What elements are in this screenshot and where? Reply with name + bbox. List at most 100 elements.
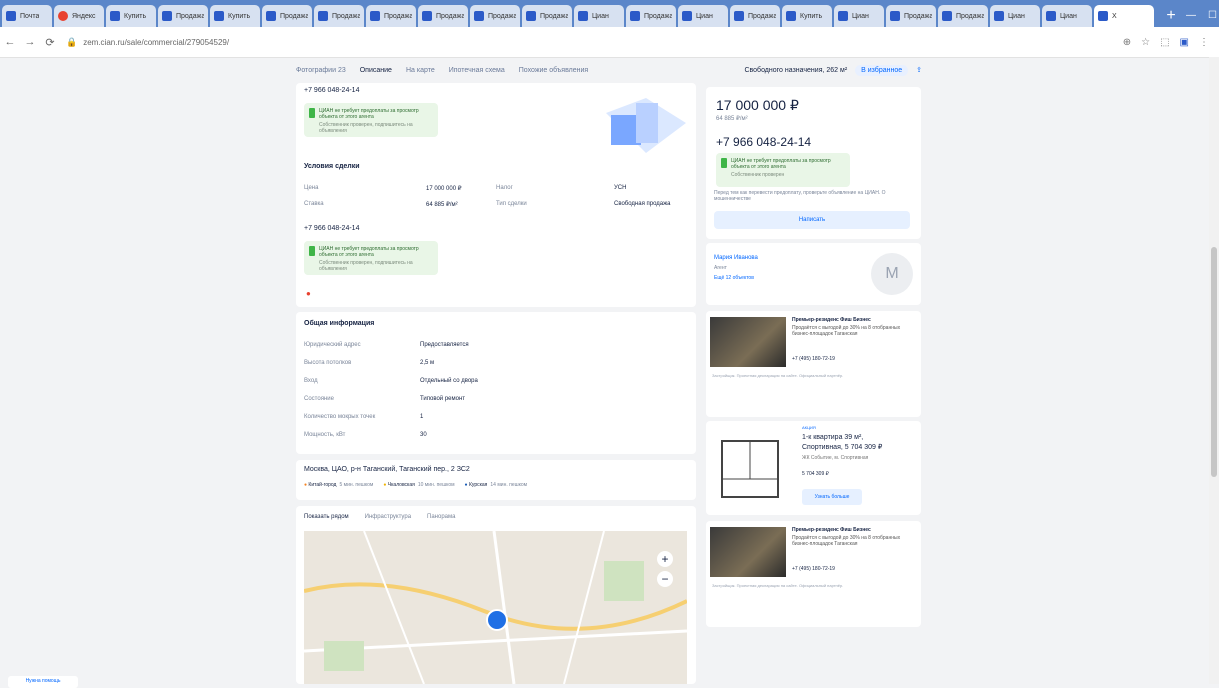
browser-tab[interactable]: Циан <box>834 5 884 27</box>
browser-tab[interactable]: Циан <box>574 5 624 27</box>
ad-price: 5 704 309 ₽ <box>802 471 829 477</box>
ad-card-3[interactable]: Премьер-резиденс Фиш Бизнес Продаётся с … <box>706 521 921 627</box>
write-button[interactable]: Написать <box>714 211 910 229</box>
zoom-out-button[interactable]: − <box>657 571 673 587</box>
back-icon[interactable]: ← <box>0 36 20 48</box>
ad-card-1[interactable]: Премьер-резиденс Фиш Бизнес Продаётся с … <box>706 311 921 417</box>
anchor-photos[interactable]: Фотографии 23 <box>296 67 346 74</box>
tab-label: Продажа <box>280 12 308 20</box>
ad-photo[interactable] <box>710 527 786 577</box>
browser-tab[interactable]: Продажа <box>886 5 936 27</box>
browser-tab[interactable]: Х <box>1094 5 1154 27</box>
ad-card-2[interactable]: АКЦИЯ 1-к квартира 39 м², Спортивная, 5 … <box>706 421 921 515</box>
map-tab-nearby[interactable]: Показать рядом <box>304 514 349 520</box>
scrollbar-thumb[interactable] <box>1211 247 1217 477</box>
location-pin-icon[interactable] <box>486 609 508 631</box>
zoom-icon[interactable]: ⊕ <box>1123 37 1131 48</box>
agent-more-link[interactable]: Ещё 12 объектов <box>714 275 754 281</box>
address-bar: ← → ⟳ 🔒 zem.cian.ru/sale/commercial/2790… <box>0 27 1219 58</box>
url-field[interactable]: zem.cian.ru/sale/commercial/279054529/ <box>83 38 229 47</box>
anchor-nav: Фотографии 23 Описание На карте Ипотечна… <box>296 60 922 80</box>
heart-icon[interactable]: ● <box>306 289 311 298</box>
phone-top[interactable]: +7 966 048-24-14 <box>304 87 359 94</box>
minimize-icon[interactable]: — <box>1186 10 1196 21</box>
browser-tab[interactable]: Продажа <box>938 5 988 27</box>
metro-station[interactable]: ● Курская 14 мин. пешком <box>465 482 528 488</box>
new-tab-button[interactable]: + <box>1160 7 1182 25</box>
help-button[interactable]: Нужна помощь <box>8 676 78 688</box>
favorite-button[interactable]: В избранное <box>855 64 909 76</box>
browser-tab[interactable]: Продажа <box>730 5 780 27</box>
anchor-map[interactable]: На карте <box>406 67 435 74</box>
reload-icon[interactable]: ⟳ <box>40 36 60 49</box>
browser-tab[interactable]: Купить <box>210 5 260 27</box>
ad-title[interactable]: Премьер-резиденс Фиш Бизнес <box>792 317 912 323</box>
ad-phone[interactable]: +7 (495) 180-72-19 <box>792 356 835 362</box>
tab-favicon-icon <box>734 11 744 21</box>
browser-tab[interactable]: Циан <box>1042 5 1092 27</box>
tab-favicon-icon <box>578 11 588 21</box>
profile-icon[interactable]: ▣ <box>1180 37 1189 48</box>
agent-name[interactable]: Мария Иванова <box>714 255 758 261</box>
deal-tax-label: Налог <box>496 185 513 191</box>
tab-label: Продажа <box>956 12 984 20</box>
ad-title-2[interactable]: Спортивная, 5 704 309 ₽ <box>802 443 882 451</box>
tab-favicon-icon <box>58 11 68 21</box>
ad-title[interactable]: Премьер-резиденс Фиш Бизнес <box>792 527 912 533</box>
info-card: Общая информация Юридический адрес Предос… <box>296 312 696 454</box>
browser-tab[interactable]: Циан <box>678 5 728 27</box>
browser-tab[interactable]: Циан <box>990 5 1040 27</box>
tab-label: Циан <box>696 12 713 20</box>
map[interactable]: + − <box>304 531 687 684</box>
browser-tab[interactable]: Продажа <box>626 5 676 27</box>
info-label: Состояние <box>304 396 334 402</box>
scrollbar[interactable] <box>1209 57 1219 684</box>
metro-name: Чкаловская <box>387 482 415 488</box>
tab-label: Х <box>1112 12 1117 20</box>
ad-phone[interactable]: +7 (495) 180-72-19 <box>792 566 835 572</box>
metro-station[interactable]: ● Чкаловская 10 мин. пешком <box>383 482 454 488</box>
browser-tab[interactable]: Продажа <box>366 5 416 27</box>
anchor-mortgage[interactable]: Ипотечная схема <box>449 67 505 74</box>
browser-tab[interactable]: Яндекс <box>54 5 104 27</box>
browser-tab[interactable]: Продажа <box>522 5 572 27</box>
info-label: Высота потолков <box>304 360 352 366</box>
browser-tab[interactable]: Продажа <box>158 5 208 27</box>
safety-banner-right: ЦИАН не требует предоплаты за просмотр о… <box>716 153 850 187</box>
tab-favicon-icon <box>838 11 848 21</box>
learn-more-button[interactable]: Узнать больше <box>802 489 862 505</box>
map-tab-infrastructure[interactable]: Инфраструктура <box>365 514 411 520</box>
info-label: Количество мокрых точек <box>304 414 376 420</box>
bookmark-star-icon[interactable]: ☆ <box>1141 37 1150 48</box>
map-tab-panorama[interactable]: Панорама <box>427 514 455 520</box>
share-icon[interactable]: ⇪ <box>916 66 922 74</box>
forward-icon[interactable]: → <box>20 36 40 48</box>
tab-favicon-icon <box>682 11 692 21</box>
phone-mid[interactable]: +7 966 048-24-14 <box>304 225 359 232</box>
avatar[interactable]: M <box>871 253 913 295</box>
browser-tab[interactable]: Продажа <box>470 5 520 27</box>
browser-tab[interactable]: Продажа <box>262 5 312 27</box>
browser-tab[interactable]: Продажа <box>314 5 364 27</box>
phone-number[interactable]: +7 966 048-24-14 <box>716 135 811 149</box>
tab-label: Продажа <box>176 12 204 20</box>
tab-label: Продажа <box>332 12 360 20</box>
menu-icon[interactable]: ⋮ <box>1199 37 1209 48</box>
browser-tab[interactable]: Почта <box>2 5 52 27</box>
address-text[interactable]: Москва, ЦАО, р-н Таганский, Таганский пе… <box>304 466 470 473</box>
zoom-in-button[interactable]: + <box>657 551 673 567</box>
metro-station[interactable]: ● Китай-город 5 мин. пешком <box>304 482 373 488</box>
browser-tab[interactable]: Купить <box>782 5 832 27</box>
ad-photo[interactable] <box>710 317 786 367</box>
ad-title[interactable]: 1-к квартира 39 м², <box>802 434 863 441</box>
extension-icon[interactable]: ⬚ <box>1160 37 1169 48</box>
browser-tab[interactable]: Продажа <box>418 5 468 27</box>
anchor-similar[interactable]: Похожие объявления <box>519 67 588 74</box>
deal-price-value: 17 000 000 ₽ <box>426 186 462 192</box>
maximize-icon[interactable]: ☐ <box>1208 10 1217 21</box>
tab-label: Продажа <box>540 12 568 20</box>
browser-tab[interactable]: Купить <box>106 5 156 27</box>
anchor-description[interactable]: Описание <box>360 67 392 74</box>
ad-text: Продаётся с выгодой до 30% на 8 отобранн… <box>792 535 901 547</box>
info-label: Юридический адрес <box>304 342 361 348</box>
